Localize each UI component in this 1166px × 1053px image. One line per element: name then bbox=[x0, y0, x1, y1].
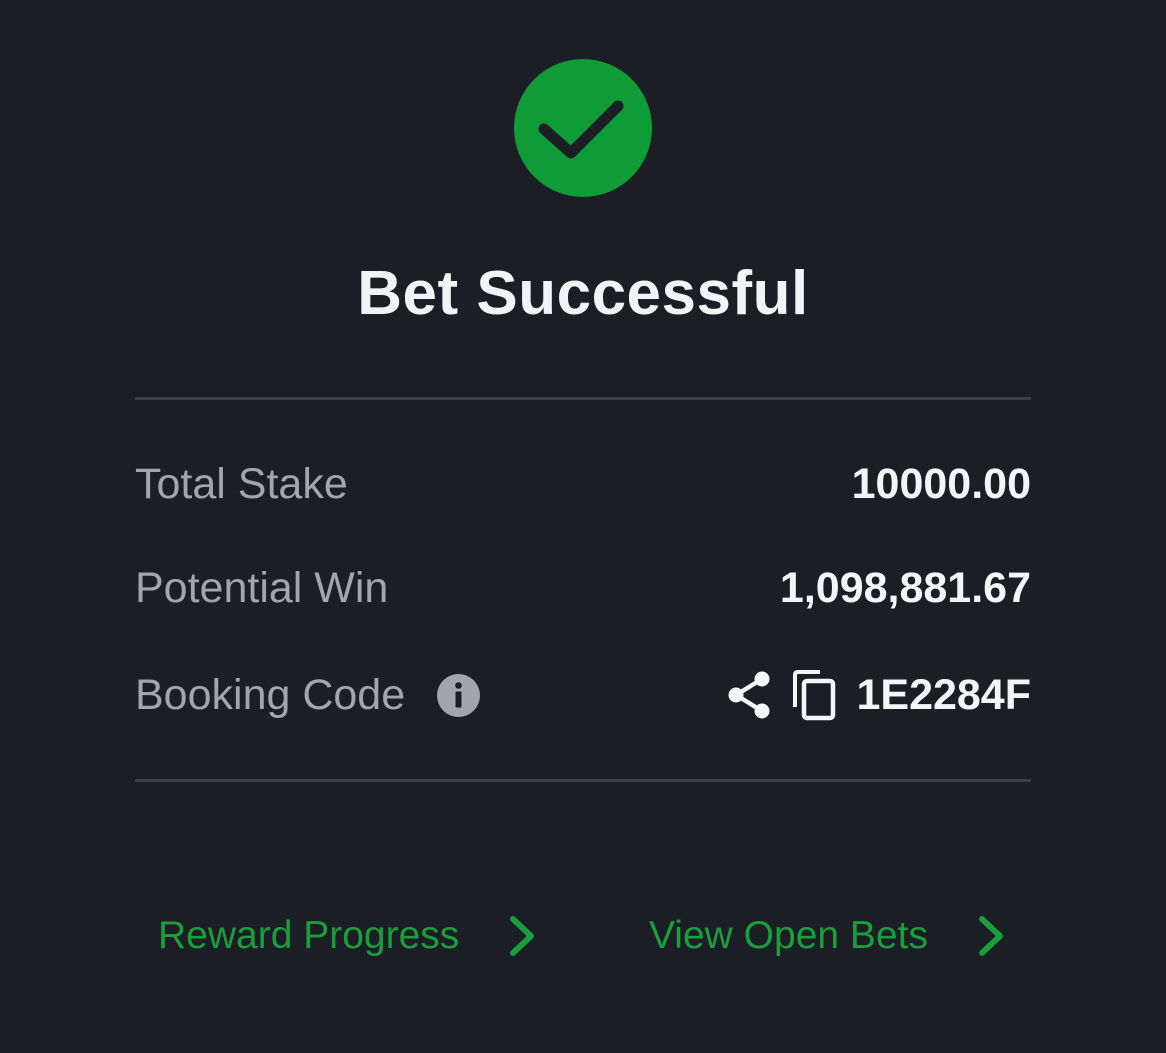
potential-win-row: Potential Win 1,098,881.67 bbox=[135, 558, 1031, 618]
total-stake-label: Total Stake bbox=[135, 460, 348, 508]
potential-win-label: Potential Win bbox=[135, 564, 389, 612]
reward-progress-link[interactable]: Reward Progress bbox=[158, 906, 537, 966]
total-stake-row: Total Stake 10000.00 bbox=[135, 454, 1031, 514]
check-circle-icon bbox=[514, 59, 652, 197]
reward-progress-label: Reward Progress bbox=[158, 914, 460, 957]
booking-code-row: Booking Code 1E2284F bbox=[135, 665, 1031, 725]
copy-icon[interactable] bbox=[792, 669, 836, 721]
potential-win-value: 1,098,881.67 bbox=[779, 564, 1031, 612]
share-icon[interactable] bbox=[726, 670, 772, 720]
booking-code-value-group: 1E2284F bbox=[726, 665, 1031, 725]
chevron-right-icon bbox=[978, 916, 1003, 956]
booking-code-label: Booking Code bbox=[135, 671, 406, 719]
info-icon[interactable] bbox=[437, 673, 481, 717]
booking-code-label-group: Booking Code bbox=[135, 665, 481, 725]
top-divider bbox=[135, 397, 1031, 400]
total-stake-value: 10000.00 bbox=[851, 460, 1031, 508]
bottom-divider bbox=[135, 779, 1031, 782]
booking-code-value: 1E2284F bbox=[856, 671, 1031, 719]
page-title: Bet Successful bbox=[357, 259, 809, 328]
view-open-bets-label: View Open Bets bbox=[649, 914, 928, 957]
chevron-right-icon bbox=[510, 916, 535, 956]
view-open-bets-link[interactable]: View Open Bets bbox=[649, 906, 1006, 966]
